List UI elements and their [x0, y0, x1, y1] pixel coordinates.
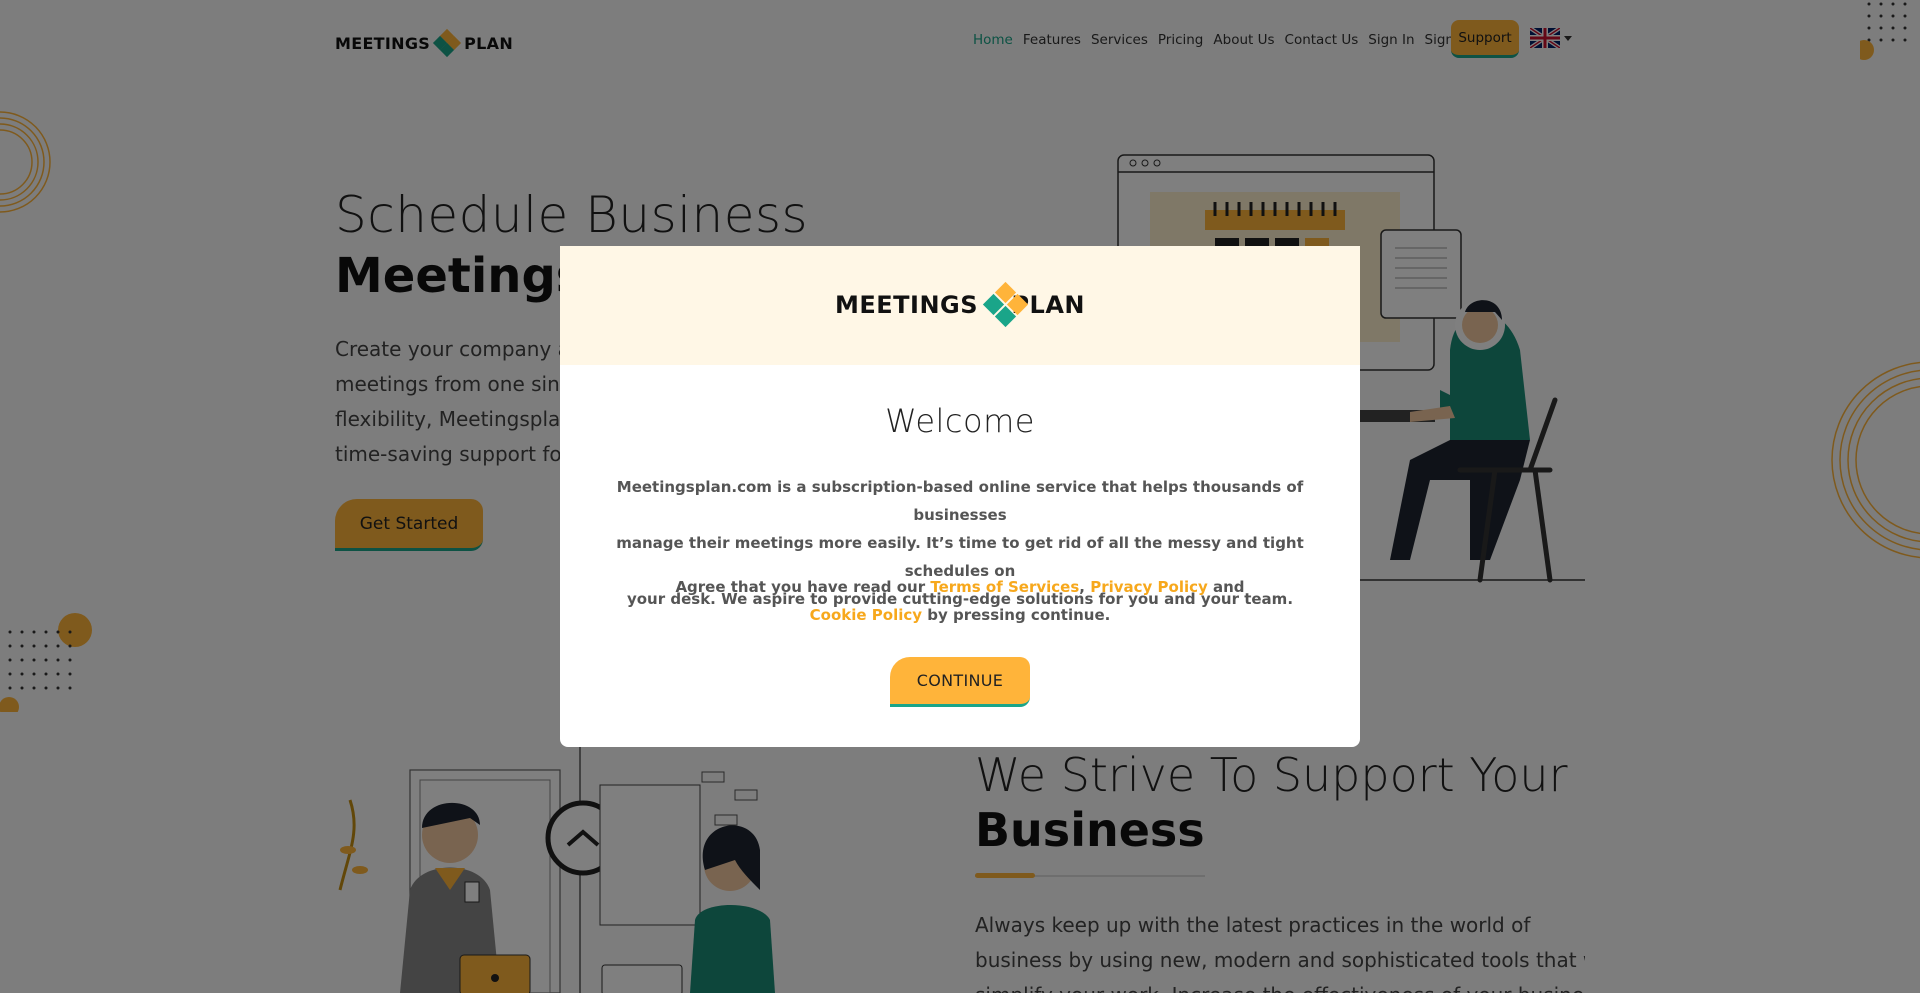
modal-title: Welcome — [885, 402, 1035, 440]
modal-description-line: Meetingsplan.com is a subscription-based… — [616, 478, 1304, 524]
agree-prefix: Agree that you have read our — [675, 578, 931, 596]
modal-header: MEETINGS PLAN — [560, 246, 1360, 365]
welcome-modal: MEETINGS PLAN Welcome Meetingsplan.com i… — [560, 246, 1360, 747]
modal-logo-text-left: MEETINGS — [835, 291, 979, 319]
modal-agreement-text: Agree that you have read our Terms of Se… — [650, 573, 1270, 629]
agree-comma: , — [1079, 578, 1085, 596]
terms-of-services-link[interactable]: Terms of Services — [930, 578, 1079, 596]
cookie-policy-link[interactable]: Cookie Policy — [810, 606, 922, 624]
logo-mark-icon — [982, 281, 1029, 328]
agree-and: and — [1207, 578, 1245, 596]
modal-logo: MEETINGS PLAN — [835, 280, 1085, 330]
privacy-policy-link[interactable]: Privacy Policy — [1090, 578, 1208, 596]
agree-suffix: by pressing continue. — [922, 606, 1111, 624]
continue-button[interactable]: CONTINUE — [890, 657, 1030, 707]
